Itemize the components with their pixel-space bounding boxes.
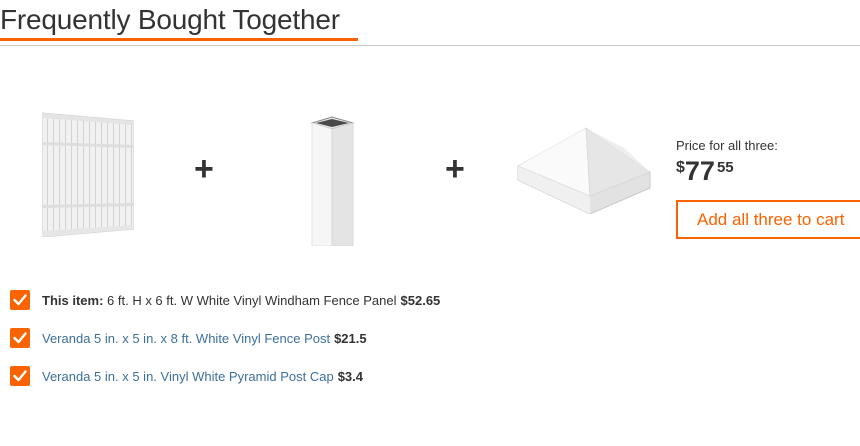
fence-panel-icon bbox=[41, 112, 135, 238]
total-price: $77 55 bbox=[676, 156, 734, 187]
item-checkbox[interactable] bbox=[10, 328, 30, 348]
item-price: $52.65 bbox=[400, 292, 441, 308]
checkmark-icon bbox=[13, 370, 27, 382]
this-item-label: This item: bbox=[42, 292, 104, 308]
price-for-all-label: Price for all three: bbox=[676, 138, 778, 153]
list-item: This item: 6 ft. H x 6 ft. W White Vinyl… bbox=[10, 289, 440, 311]
post-cap-icon bbox=[517, 127, 651, 215]
item-link[interactable]: Veranda 5 in. x 5 in. x 8 ft. White Viny… bbox=[42, 331, 330, 346]
price-cents: 55 bbox=[716, 159, 734, 176]
bundle-item-list: This item: 6 ft. H x 6 ft. W White Vinyl… bbox=[10, 289, 440, 403]
item-price: $3.4 bbox=[337, 368, 363, 384]
title-underline bbox=[0, 38, 358, 41]
checkmark-icon bbox=[13, 332, 27, 344]
item-checkbox[interactable] bbox=[10, 290, 30, 310]
fence-panel-image[interactable] bbox=[41, 111, 135, 238]
section-title: Frequently Bought Together bbox=[0, 4, 340, 35]
item-checkbox[interactable] bbox=[10, 366, 30, 386]
list-item: Veranda 5 in. x 5 in. Vinyl White Pyrami… bbox=[10, 365, 440, 387]
fence-post-image[interactable] bbox=[310, 115, 355, 247]
item-link[interactable]: Veranda 5 in. x 5 in. Vinyl White Pyrami… bbox=[42, 369, 334, 384]
list-item: Veranda 5 in. x 5 in. x 8 ft. White Viny… bbox=[10, 327, 440, 349]
item-name: 6 ft. H x 6 ft. W White Vinyl Windham Fe… bbox=[107, 292, 397, 308]
price-dollars: 77 bbox=[684, 156, 715, 186]
section-header: Frequently Bought Together bbox=[0, 0, 860, 46]
checkmark-icon bbox=[13, 294, 27, 306]
fence-post-icon bbox=[310, 116, 355, 247]
price-currency: $ bbox=[676, 159, 685, 176]
add-all-to-cart-button[interactable]: Add all three to cart bbox=[676, 200, 860, 239]
item-price: $21.5 bbox=[334, 330, 367, 346]
post-cap-image[interactable] bbox=[514, 118, 654, 215]
plus-sign-2: + bbox=[445, 150, 465, 188]
plus-sign-1: + bbox=[194, 150, 214, 188]
